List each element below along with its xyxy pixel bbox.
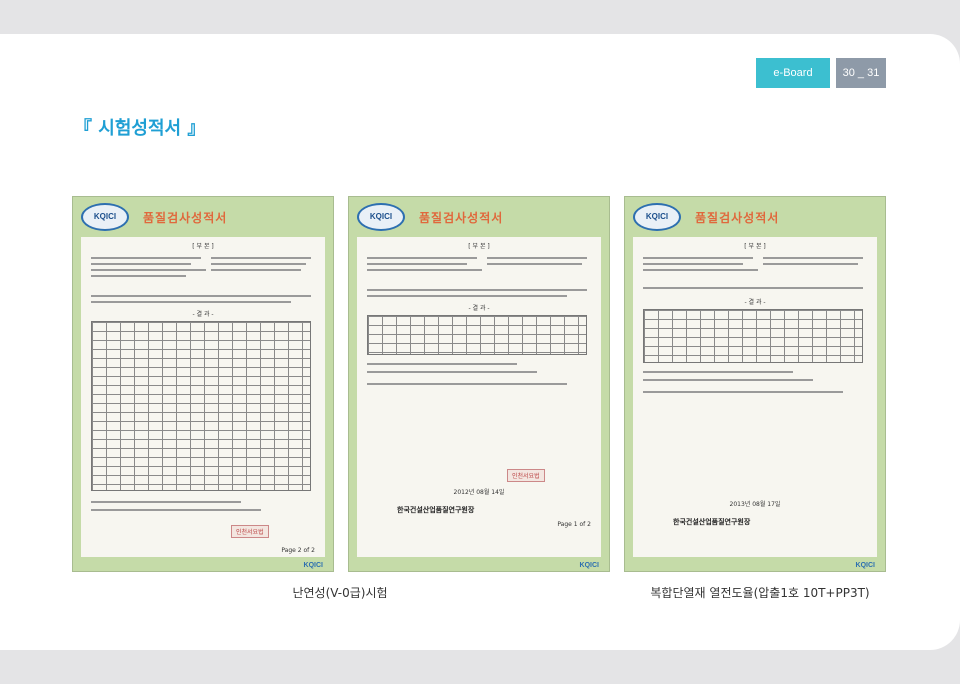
footer-logo: KQICI [579,562,599,569]
document-result-label: - 결 과 - [192,311,214,318]
caption-left: 난연성(V-0급)시험 [292,586,388,600]
issue-date: 2013년 08월 17일 [729,501,781,508]
footer-logo: KQICI [855,562,875,569]
document-title: 품질검사성적서 [143,211,228,225]
section-title: 『 시험성적서 』 [74,118,206,139]
kqici-logo: KQICI [633,203,681,231]
document-paper: [ 부 본 ] - 결 과 - 2013년 08월 17일 한국건설산업품질연구… [633,237,877,557]
page-note: Page 1 of 2 [557,521,591,528]
kqici-logo: KQICI [357,203,405,231]
document-paper: [ 부 본 ] - 결 과 - 인천서요법 2012년 08월 14일 한국건설… [357,237,601,557]
issuing-organization: 한국건설산업품질연구원장 [397,506,475,514]
issuing-organization: 한국건설산업품질연구원장 [673,518,751,526]
footer-logo: KQICI [303,562,323,569]
certificate-image-2[interactable]: KQICI 품질검사성적서 [ 부 본 ] - 결 과 - 인천서요법 2012… [348,196,610,572]
kqici-logo: KQICI [81,203,129,231]
eboard-label: e-Board [756,58,830,88]
result-table [367,315,587,355]
document-result-label: - 결 과 - [468,305,490,312]
document-title: 품질검사성적서 [695,211,780,225]
document-part-label: [ 부 본 ] [468,243,490,250]
caption-right: 복합단열재 열전도율(압출1호 10T+PP3T) [650,586,870,600]
document-title: 품질검사성적서 [419,211,504,225]
certificate-image-1[interactable]: KQICI 품질검사성적서 [ 부 본 ] - 결 과 - 인천서요법 Page… [72,196,334,572]
page-note: Page 2 of 2 [281,547,315,554]
document-stamp: 인천서요법 [507,469,545,482]
document-result-label: - 결 과 - [744,299,766,306]
result-table [91,321,311,491]
result-table [643,309,863,363]
issue-date: 2012년 08월 14일 [453,489,505,496]
certificate-image-3[interactable]: KQICI 품질검사성적서 [ 부 본 ] - 결 과 - 2013년 08월 … [624,196,886,572]
page-numbers: 30 _ 31 [836,58,886,88]
document-part-label: [ 부 본 ] [192,243,214,250]
document-stamp: 인천서요법 [231,525,269,538]
document-part-label: [ 부 본 ] [744,243,766,250]
document-paper: [ 부 본 ] - 결 과 - 인천서요법 Page 2 of 2 [81,237,325,557]
